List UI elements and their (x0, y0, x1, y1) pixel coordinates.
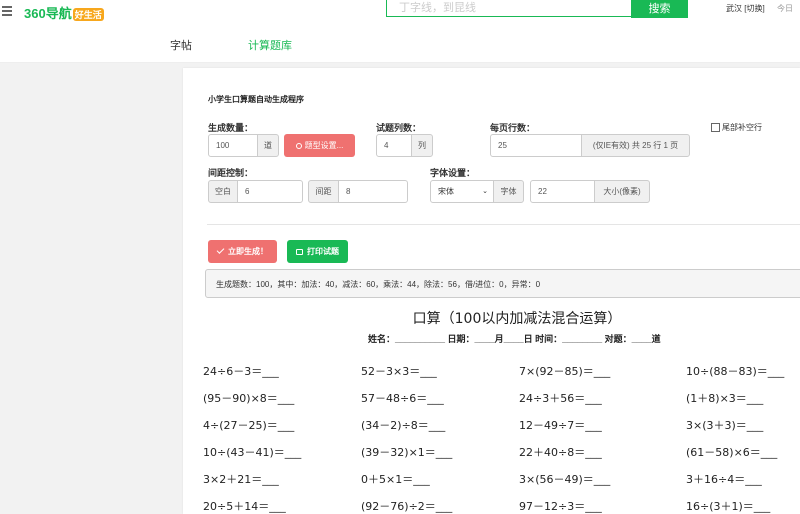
font-family-addon: 字体 (493, 180, 524, 203)
print-label: 打印试题 (307, 247, 339, 256)
gen-count-unit: 道 (257, 134, 279, 157)
problem-item: 12－49÷7＝___ (519, 419, 602, 432)
printer-icon (296, 248, 303, 255)
sheet-info: 姓名：__________ 日期：____月____日 时间：________ … (368, 334, 661, 344)
problem-item: 3×(56－49)＝___ (519, 473, 611, 486)
type-settings-button[interactable]: 题型设置... (284, 134, 355, 157)
tab-copybook[interactable]: 字帖 (170, 37, 192, 53)
search-input[interactable]: 丁字线，到昆线 (386, 0, 632, 17)
problem-item: (61－58)×6＝___ (686, 446, 778, 459)
site-logo[interactable]: 360导航 好生活 (24, 3, 104, 22)
font-label: 字体设置： (430, 168, 476, 178)
logo-badge: 好生活 (72, 8, 104, 21)
columns-label: 试题列数： (376, 123, 422, 133)
problem-item: 22＋40÷8＝___ (519, 446, 602, 459)
problem-item: 24÷3＋56＝___ (519, 392, 602, 405)
blank-addon: 空白 (208, 180, 238, 203)
logo-text: 360导航 (24, 6, 72, 21)
problem-item: (34－2)÷8＝___ (361, 419, 446, 432)
font-size-input[interactable]: 22 (530, 180, 595, 203)
tab-calc-bank[interactable]: 计算题库 (248, 37, 292, 53)
problem-item: 0＋5×1＝___ (361, 473, 430, 486)
problem-item: (1＋8)×3＝___ (686, 392, 764, 405)
problem-item: 57－48÷6＝___ (361, 392, 444, 405)
print-button[interactable]: 打印试题 (287, 240, 348, 263)
spacing-label: 间距控制： (208, 168, 254, 178)
gear-icon (295, 142, 302, 149)
gap-addon: 间距 (308, 180, 339, 203)
chevron-down-icon: ⌄ (482, 188, 488, 195)
result-summary: 生成题数：100，其中：加法：40，减法：60，乘法：44，除法：56，借/进位… (205, 269, 800, 298)
problem-item: 10÷(43－41)＝___ (203, 446, 302, 459)
font-family-value: 宋体 (438, 187, 454, 196)
city-switch[interactable]: 武汉 [切换] (726, 3, 765, 14)
problem-item: 3×(3＋3)＝___ (686, 419, 764, 432)
rows-note: (仅IE有效) 共 25 行 1 页 (581, 134, 690, 157)
nav-bar: 字帖 计算题库 (0, 26, 800, 63)
gen-count-input[interactable]: 100 (208, 134, 258, 157)
problem-item: 4÷(27－25)＝___ (203, 419, 295, 432)
generate-label: 立即生成！ (228, 247, 268, 256)
problem-item: 24÷6－3＝___ (203, 365, 279, 378)
problem-item: 52－3×3＝___ (361, 365, 437, 378)
generate-button[interactable]: 立即生成！ (208, 240, 277, 263)
rows-input[interactable]: 25 (490, 134, 582, 157)
trailing-blank-checkbox[interactable] (711, 123, 720, 132)
gap-input[interactable]: 8 (338, 180, 408, 203)
gen-count-label: 生成数量： (208, 123, 254, 133)
problem-item: 3＋16÷4＝___ (686, 473, 762, 486)
problem-item: 3×2＋21＝___ (203, 473, 279, 486)
divider (207, 224, 800, 225)
check-icon (216, 246, 225, 254)
blank-input[interactable]: 6 (237, 180, 303, 203)
problem-item: 97－12÷3＝___ (519, 500, 602, 513)
problem-item: 10÷(88－83)＝___ (686, 365, 785, 378)
problem-item: (39－32)×1＝___ (361, 446, 453, 459)
problem-item: (95－90)×8＝___ (203, 392, 295, 405)
problem-item: (92－76)÷2＝___ (361, 500, 453, 513)
font-size-addon: 大小(像素) (594, 180, 650, 203)
rows-label: 每页行数： (490, 123, 536, 133)
trailing-blank-label: 尾部补空行 (722, 123, 762, 132)
sheet-title: 口算（100以内加减法混合运算） (412, 311, 622, 327)
problem-item: 7×(92－85)＝___ (519, 365, 611, 378)
font-family-select[interactable]: 宋体 ⌄ (430, 180, 494, 203)
problem-item: 20÷5＋14＝___ (203, 500, 286, 513)
problem-item: 16÷(3＋1)＝___ (686, 500, 771, 513)
columns-unit: 列 (411, 134, 433, 157)
type-settings-label: 题型设置... (304, 141, 344, 150)
program-title: 小学生口算题自动生成程序 (208, 95, 304, 104)
top-bar: 360导航 好生活 丁字线，到昆线 搜索 武汉 [切换] 今日 (0, 0, 800, 26)
menu-icon[interactable] (2, 6, 12, 16)
search-button[interactable]: 搜索 (631, 0, 688, 18)
columns-input[interactable]: 4 (376, 134, 412, 157)
weather-label: 今日 (777, 4, 793, 13)
